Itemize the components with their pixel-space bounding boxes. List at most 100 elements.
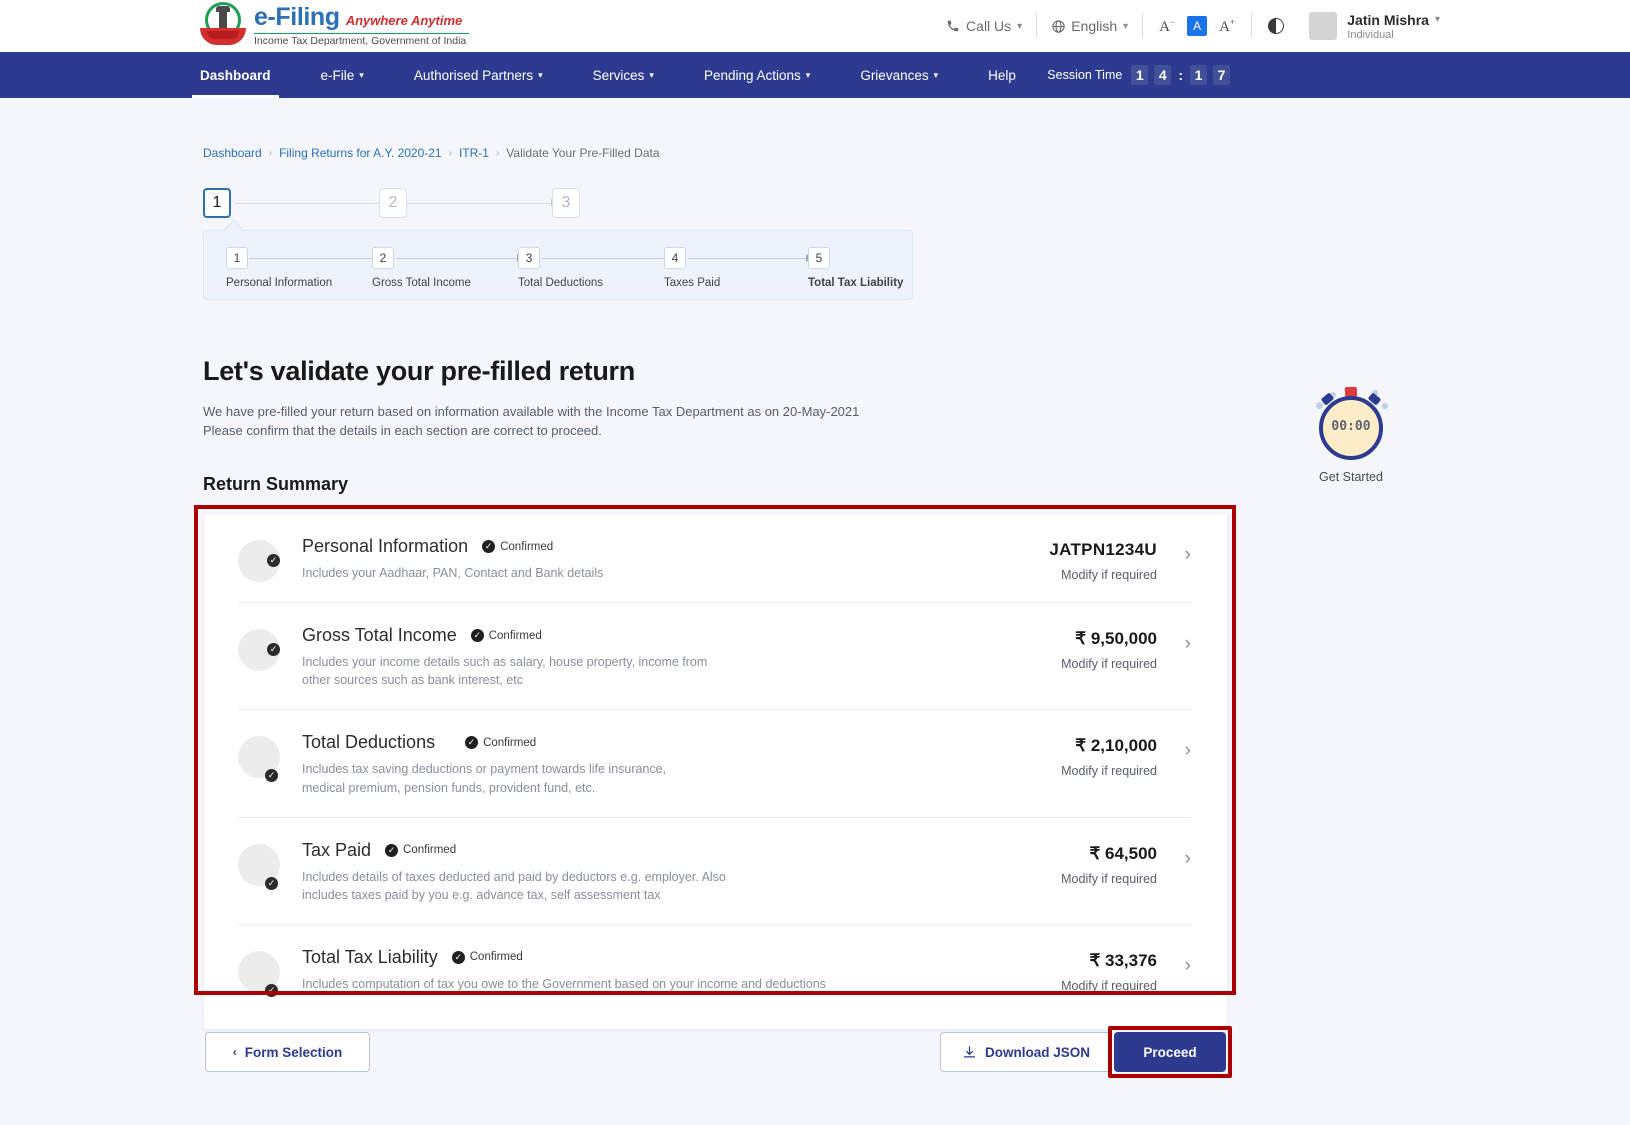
page-headline: Let's validate your pre-filled return We… [203, 356, 1103, 495]
breadcrumb-separator: › [449, 148, 452, 159]
chevron-down-icon: ▾ [1017, 21, 1022, 32]
proceed-button[interactable]: Proceed [1114, 1032, 1226, 1072]
confirmed-check-icon: ✓ [452, 951, 465, 964]
row-title: Gross Total Income [302, 625, 457, 646]
chevron-down-icon: ▾ [359, 70, 364, 81]
session-timer: Session Time 1 4 : 1 7 [1047, 52, 1230, 98]
row-value-block: ₹ 64,500 Modify if required [977, 840, 1157, 886]
substep-number: 2 [372, 247, 394, 269]
confirmed-check-icon: ✓ [465, 736, 478, 749]
nav-item-help[interactable]: Help [988, 52, 1016, 98]
row-chevron-right-icon[interactable]: › [1157, 536, 1191, 566]
nav-item-grievances[interactable]: Grievances▾ [860, 52, 938, 98]
call-us-menu[interactable]: Call Us ▾ [932, 18, 1036, 34]
nav-item-authorised-partners[interactable]: Authorised Partners▾ [414, 52, 543, 98]
top-header: e-Filing Anywhere Anytime Income Tax Dep… [0, 0, 1630, 52]
user-menu[interactable]: Jatin Mishra ▾ Individual [1309, 0, 1440, 52]
row-avatar: ✓ [238, 629, 280, 671]
row-value-block: ₹ 9,50,000 Modify if required [977, 625, 1157, 671]
substep-total-tax-liability[interactable]: 5 Total Tax Liability [808, 247, 903, 289]
substep-label: Personal Information [226, 277, 332, 289]
status-badge: ✓ Confirmed [471, 629, 542, 642]
substep-taxes-paid[interactable]: 4 Taxes Paid [664, 247, 720, 289]
step-number: 3 [552, 188, 580, 218]
substep-gross-total-income[interactable]: 2 Gross Total Income [372, 247, 471, 289]
brand-text: e-Filing Anywhere Anytime Income Tax Dep… [254, 3, 469, 47]
row-modify-label: Modify if required [977, 979, 1157, 993]
summary-row-total-deductions[interactable]: ✓ Total Deductions ✓ Confirmed Includes … [238, 709, 1191, 816]
download-json-button[interactable]: Download JSON [940, 1032, 1112, 1072]
row-description: Includes your Aadhaar, PAN, Contact and … [302, 564, 977, 582]
substep-number: 5 [808, 247, 830, 269]
nav-item-efile[interactable]: e-File▾ [321, 52, 364, 98]
check-icon: ✓ [265, 769, 278, 782]
substep-label: Total Tax Liability [808, 277, 903, 289]
get-started-label: Get Started [1286, 470, 1416, 484]
step-number: 1 [203, 188, 231, 218]
language-label: English [1071, 18, 1117, 34]
summary-row-tax-paid[interactable]: ✓ Tax Paid ✓ Confirmed Includes details … [238, 817, 1191, 924]
brand-name: e-Filing [254, 3, 340, 32]
row-value-block: JATPN1234U Modify if required [977, 536, 1157, 582]
row-chevron-right-icon[interactable]: › [1157, 625, 1191, 655]
breadcrumb-item-filing-returns[interactable]: Filing Returns for A.Y. 2020-21 [279, 146, 442, 160]
font-normal-button[interactable]: A [1187, 16, 1207, 36]
language-menu[interactable]: English ▾ [1037, 18, 1142, 34]
row-chevron-right-icon[interactable]: › [1157, 947, 1191, 977]
row-chevron-right-icon[interactable]: › [1157, 732, 1191, 762]
status-badge-label: Confirmed [500, 541, 553, 553]
font-increase-button[interactable]: A+ [1219, 17, 1235, 36]
section-substepper: 1 Personal Information 2 Gross Total Inc… [203, 230, 913, 300]
section-title: Return Summary [203, 474, 1103, 495]
status-badge: ✓ Confirmed [452, 951, 523, 964]
form-selection-button[interactable]: ‹ Form Selection [205, 1032, 370, 1072]
user-role: Individual [1347, 29, 1440, 41]
return-summary-card: ✓ Personal Information ✓ Confirmed Inclu… [203, 513, 1228, 1030]
substep-number: 4 [664, 247, 686, 269]
summary-row-total-tax-liability[interactable]: ✓ Total Tax Liability ✓ Confirmed Includ… [238, 924, 1191, 1013]
call-us-label: Call Us [966, 18, 1011, 34]
row-modify-label: Modify if required [977, 872, 1157, 886]
brand-logo[interactable]: e-Filing Anywhere Anytime Income Tax Dep… [200, 2, 469, 48]
page-description: We have pre-filled your return based on … [203, 403, 1103, 441]
phone-icon [946, 19, 960, 33]
font-decrease-button[interactable]: A− [1159, 17, 1175, 36]
nav-item-dashboard[interactable]: Dashboard [200, 52, 271, 98]
chevron-left-icon: ‹ [233, 1045, 237, 1059]
contrast-toggle-button[interactable] [1252, 18, 1300, 34]
confirmed-check-icon: ✓ [385, 844, 398, 857]
row-value: ₹ 64,500 [977, 844, 1157, 864]
chevron-down-icon: ▾ [649, 70, 654, 81]
chevron-down-icon: ▾ [538, 70, 543, 81]
footer-actions: ‹ Form Selection Download JSON Proceed [203, 1018, 1228, 1088]
font-size-controls: A− A A+ [1143, 16, 1251, 36]
row-value-block: ₹ 2,10,000 Modify if required [977, 732, 1157, 778]
breadcrumb-separator: › [496, 148, 499, 159]
status-badge: ✓ Confirmed [465, 736, 536, 749]
row-body: Tax Paid ✓ Confirmed Includes details of… [280, 840, 977, 904]
summary-row-gross-total-income[interactable]: ✓ Gross Total Income ✓ Confirmed Include… [238, 602, 1191, 709]
substep-total-deductions[interactable]: 3 Total Deductions [518, 247, 603, 289]
substep-personal-information[interactable]: 1 Personal Information [226, 247, 332, 289]
india-emblem-icon [200, 2, 246, 48]
nav-item-services[interactable]: Services▾ [593, 52, 654, 98]
substep-label: Taxes Paid [664, 277, 720, 289]
row-value: ₹ 33,376 [977, 951, 1157, 971]
session-digit-3: 1 [1190, 65, 1207, 85]
stopwatch-icon: 00:00 [1314, 386, 1388, 460]
breadcrumb-item-itr1[interactable]: ITR-1 [459, 146, 489, 160]
get-started-widget[interactable]: 00:00 Get Started [1286, 386, 1416, 484]
download-json-label: Download JSON [985, 1045, 1090, 1060]
check-icon: ✓ [267, 554, 280, 567]
brand-tagline: Anywhere Anytime [346, 13, 463, 28]
chevron-down-icon: ▾ [934, 70, 939, 81]
nav-item-pending-actions[interactable]: Pending Actions▾ [704, 52, 810, 98]
breadcrumb-item-dashboard[interactable]: Dashboard [203, 146, 262, 160]
row-body: Total Tax Liability ✓ Confirmed Includes… [280, 947, 977, 993]
row-chevron-right-icon[interactable]: › [1157, 840, 1191, 870]
row-title: Tax Paid [302, 840, 371, 861]
chevron-down-icon: ▾ [1123, 21, 1128, 32]
summary-row-personal-information[interactable]: ✓ Personal Information ✓ Confirmed Inclu… [238, 514, 1191, 602]
row-body: Total Deductions ✓ Confirmed Includes ta… [280, 732, 977, 796]
session-digit-2: 4 [1154, 65, 1171, 85]
